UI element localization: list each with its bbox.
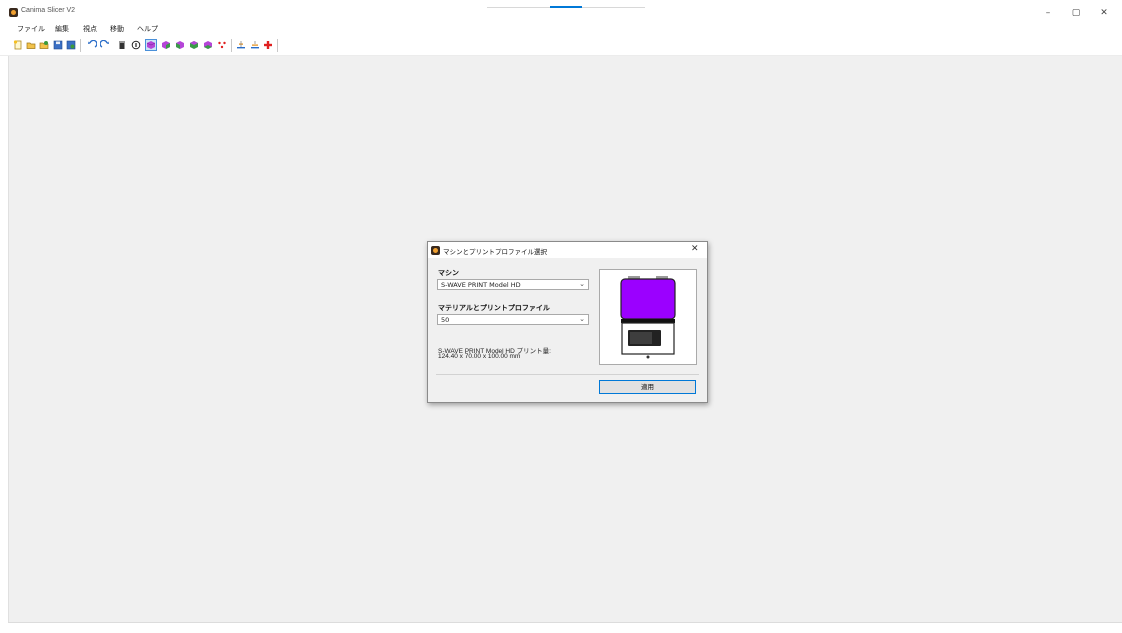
dialog-divider — [436, 374, 699, 375]
toolbar-separator — [231, 39, 232, 52]
view-right-icon[interactable] — [189, 40, 199, 50]
save-icon[interactable] — [53, 40, 63, 50]
status-bar — [8, 622, 1122, 633]
toolbar-separator — [80, 39, 81, 52]
toolbar-separator — [277, 39, 278, 52]
dialog-title-bar: マシンとプリントプロファイル選択 ✕ — [428, 242, 707, 258]
import-icon[interactable] — [39, 40, 49, 50]
undo-icon[interactable] — [87, 40, 97, 50]
chevron-down-icon: ⌄ — [579, 315, 585, 323]
printer-preview-image — [599, 269, 697, 365]
profile-select-dialog: マシンとプリントプロファイル選択 ✕ マシン S-WAVE PRINT Mode… — [427, 241, 708, 403]
view-back-icon[interactable] — [161, 40, 171, 50]
view-front-icon[interactable] — [145, 39, 157, 51]
main-window: Canima Slicer V2 – ▢ ✕ ファイル 編集 視点 移動 ヘルプ — [0, 0, 1122, 633]
menu-bar: ファイル 編集 視点 移動 ヘルプ — [0, 22, 1122, 34]
machine-label: マシン — [438, 269, 459, 277]
minimize-button[interactable]: – — [1038, 8, 1058, 18]
maximize-button[interactable]: ▢ — [1066, 8, 1086, 18]
menu-help[interactable]: ヘルプ — [137, 24, 158, 34]
material-select[interactable]: 50 ⌄ — [437, 314, 589, 325]
material-label: マテリアルとプリントプロファイル — [438, 304, 550, 312]
app-logo-icon — [9, 8, 18, 17]
dialog-title: マシンとプリントプロファイル選択 — [443, 248, 547, 256]
close-window-button[interactable]: ✕ — [1094, 8, 1114, 18]
export-icon[interactable] — [66, 40, 76, 50]
dialog-close-button[interactable]: ✕ — [691, 244, 699, 254]
chevron-down-icon: ⌄ — [579, 280, 585, 288]
toolbar — [0, 35, 1122, 56]
add-icon[interactable] — [263, 40, 273, 50]
open-icon[interactable] — [26, 40, 36, 50]
view-left-icon[interactable] — [175, 40, 185, 50]
menu-view[interactable]: 視点 — [83, 24, 97, 34]
redo-icon[interactable] — [100, 40, 110, 50]
material-select-value: 50 — [441, 316, 450, 324]
title-bar: Canima Slicer V2 – ▢ ✕ — [0, 0, 1122, 22]
machine-select[interactable]: S-WAVE PRINT Model HD ⌄ — [437, 279, 589, 290]
print-volume-value: 124.40 x 70.00 x 100.00 mm — [438, 353, 521, 360]
app-logo-icon — [431, 246, 440, 255]
layer-icon[interactable] — [236, 40, 246, 50]
info-icon[interactable] — [131, 40, 141, 50]
machine-select-value: S-WAVE PRINT Model HD — [441, 281, 521, 289]
delete-icon[interactable] — [117, 40, 127, 50]
lift-icon[interactable] — [250, 40, 260, 50]
apply-button[interactable]: 適用 — [599, 380, 696, 394]
printer-cover — [620, 278, 676, 320]
progress-indicator — [550, 6, 582, 8]
menu-edit[interactable]: 編集 — [55, 24, 69, 34]
menu-file[interactable]: ファイル — [17, 24, 45, 34]
new-icon[interactable] — [13, 40, 23, 50]
support-icon[interactable] — [217, 40, 227, 50]
window-title: Canima Slicer V2 — [21, 7, 76, 14]
view-top-icon[interactable] — [203, 40, 213, 50]
menu-move[interactable]: 移動 — [110, 24, 124, 34]
printer-illustration — [620, 276, 676, 359]
